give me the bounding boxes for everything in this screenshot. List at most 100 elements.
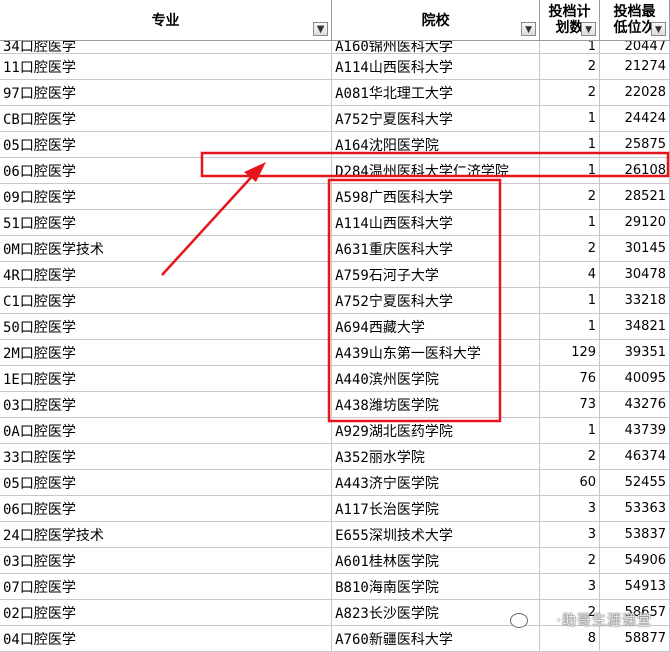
cell-plan[interactable]: 76 bbox=[539, 365, 601, 392]
cell-rank[interactable]: 53837 bbox=[599, 521, 670, 548]
cell-major[interactable]: 34口腔医学 bbox=[0, 40, 333, 54]
cell-school[interactable]: A760新疆医科大学 bbox=[331, 625, 541, 652]
cell-rank[interactable]: 30145 bbox=[599, 235, 670, 262]
cell-school[interactable]: A752宁夏医科大学 bbox=[331, 287, 541, 314]
cell-plan[interactable]: 2 bbox=[539, 235, 601, 262]
cell-plan[interactable]: 1 bbox=[539, 105, 601, 132]
cell-plan[interactable]: 2 bbox=[539, 443, 601, 470]
dropdown-filter-icon[interactable]: ▼ bbox=[521, 22, 537, 36]
cell-plan[interactable]: 3 bbox=[539, 495, 601, 522]
cell-plan[interactable]: 2 bbox=[539, 79, 601, 106]
cell-major[interactable]: 24口腔医学技术 bbox=[0, 521, 333, 548]
cell-major[interactable]: 11口腔医学 bbox=[0, 53, 333, 80]
cell-major[interactable]: 04口腔医学 bbox=[0, 625, 333, 652]
cell-plan[interactable]: 1 bbox=[539, 40, 601, 54]
cell-school[interactable]: D284温州医科大学仁济学院 bbox=[331, 157, 541, 184]
cell-school[interactable]: A438潍坊医学院 bbox=[331, 391, 541, 418]
cell-rank[interactable]: 52455 bbox=[599, 469, 670, 496]
cell-school[interactable]: A631重庆医科大学 bbox=[331, 235, 541, 262]
cell-rank[interactable]: 20447 bbox=[599, 40, 670, 54]
cell-plan[interactable]: 1 bbox=[539, 157, 601, 184]
filter-active-icon[interactable]: ▼ bbox=[313, 22, 329, 36]
cell-major[interactable]: 51口腔医学 bbox=[0, 209, 333, 236]
header-plan[interactable]: 投档计 划数 ▼ bbox=[539, 0, 601, 41]
cell-school[interactable]: A598广西医科大学 bbox=[331, 183, 541, 210]
cell-school[interactable]: A081华北理工大学 bbox=[331, 79, 541, 106]
cell-school[interactable]: A929湖北医药学院 bbox=[331, 417, 541, 444]
cell-major[interactable]: 97口腔医学 bbox=[0, 79, 333, 106]
cell-plan[interactable]: 1 bbox=[539, 209, 601, 236]
cell-school[interactable]: A114山西医科大学 bbox=[331, 209, 541, 236]
cell-plan[interactable]: 2 bbox=[539, 547, 601, 574]
cell-school[interactable]: E655深圳技术大学 bbox=[331, 521, 541, 548]
cell-major[interactable]: 09口腔医学 bbox=[0, 183, 333, 210]
cell-rank[interactable]: 25875 bbox=[599, 131, 670, 158]
cell-major[interactable]: 0M口腔医学技术 bbox=[0, 235, 333, 262]
cell-major[interactable]: 50口腔医学 bbox=[0, 313, 333, 340]
cell-rank[interactable]: 30478 bbox=[599, 261, 670, 288]
cell-rank[interactable]: 34821 bbox=[599, 313, 670, 340]
cell-school[interactable]: A114山西医科大学 bbox=[331, 53, 541, 80]
cell-rank[interactable]: 54906 bbox=[599, 547, 670, 574]
cell-school[interactable]: A117长治医学院 bbox=[331, 495, 541, 522]
cell-plan[interactable]: 60 bbox=[539, 469, 601, 496]
cell-school[interactable]: A164沈阳医学院 bbox=[331, 131, 541, 158]
cell-major[interactable]: 05口腔医学 bbox=[0, 131, 333, 158]
cell-rank[interactable]: 26108 bbox=[599, 157, 670, 184]
cell-major[interactable]: 02口腔医学 bbox=[0, 599, 333, 626]
cell-plan[interactable]: 1 bbox=[539, 417, 601, 444]
cell-rank[interactable]: 43276 bbox=[599, 391, 670, 418]
cell-rank[interactable]: 33218 bbox=[599, 287, 670, 314]
dropdown-filter-icon[interactable]: ▼ bbox=[581, 22, 597, 36]
cell-school[interactable]: A352丽水学院 bbox=[331, 443, 541, 470]
cell-major[interactable]: 06口腔医学 bbox=[0, 157, 333, 184]
cell-school[interactable]: A694西藏大学 bbox=[331, 313, 541, 340]
cell-plan[interactable]: 3 bbox=[539, 573, 601, 600]
cell-major[interactable]: 2M口腔医学 bbox=[0, 339, 333, 366]
cell-plan[interactable]: 3 bbox=[539, 521, 601, 548]
cell-rank[interactable]: 29120 bbox=[599, 209, 670, 236]
cell-major[interactable]: 1E口腔医学 bbox=[0, 365, 333, 392]
cell-rank[interactable]: 40095 bbox=[599, 365, 670, 392]
cell-rank[interactable]: 39351 bbox=[599, 339, 670, 366]
cell-rank[interactable]: 21274 bbox=[599, 53, 670, 80]
cell-school[interactable]: A601桂林医学院 bbox=[331, 547, 541, 574]
cell-school[interactable]: A823长沙医学院 bbox=[331, 599, 541, 626]
cell-major[interactable]: 07口腔医学 bbox=[0, 573, 333, 600]
cell-major[interactable]: C1口腔医学 bbox=[0, 287, 333, 314]
cell-plan[interactable]: 1 bbox=[539, 131, 601, 158]
cell-plan[interactable]: 2 bbox=[539, 183, 601, 210]
cell-plan[interactable]: 4 bbox=[539, 261, 601, 288]
cell-major[interactable]: 05口腔医学 bbox=[0, 469, 333, 496]
cell-plan[interactable]: 1 bbox=[539, 313, 601, 340]
cell-plan[interactable]: 2 bbox=[539, 53, 601, 80]
cell-major[interactable]: 33口腔医学 bbox=[0, 443, 333, 470]
cell-school[interactable]: A439山东第一医科大学 bbox=[331, 339, 541, 366]
cell-school[interactable]: A759石河子大学 bbox=[331, 261, 541, 288]
cell-rank[interactable]: 46374 bbox=[599, 443, 670, 470]
header-rank[interactable]: 投档最 低位次 ▼ bbox=[599, 0, 670, 41]
dropdown-filter-icon[interactable]: ▼ bbox=[651, 22, 666, 36]
cell-major[interactable]: 03口腔医学 bbox=[0, 547, 333, 574]
header-major[interactable]: 专业 ▼ bbox=[0, 0, 333, 41]
cell-rank[interactable]: 43739 bbox=[599, 417, 670, 444]
cell-rank[interactable]: 53363 bbox=[599, 495, 670, 522]
cell-plan[interactable]: 129 bbox=[539, 339, 601, 366]
cell-major[interactable]: 4R口腔医学 bbox=[0, 261, 333, 288]
cell-plan[interactable]: 1 bbox=[539, 287, 601, 314]
cell-school[interactable]: A160锦州医科大学 bbox=[331, 40, 541, 54]
cell-school[interactable]: B810海南医学院 bbox=[331, 573, 541, 600]
cell-school[interactable]: A752宁夏医科大学 bbox=[331, 105, 541, 132]
cell-rank[interactable]: 24424 bbox=[599, 105, 670, 132]
cell-rank[interactable]: 28521 bbox=[599, 183, 670, 210]
cell-major[interactable]: 06口腔医学 bbox=[0, 495, 333, 522]
cell-rank[interactable]: 22028 bbox=[599, 79, 670, 106]
cell-major[interactable]: 0A口腔医学 bbox=[0, 417, 333, 444]
header-school[interactable]: 院校 ▼ bbox=[331, 0, 541, 41]
cell-major[interactable]: 03口腔医学 bbox=[0, 391, 333, 418]
cell-school[interactable]: A443济宁医学院 bbox=[331, 469, 541, 496]
cell-major[interactable]: CB口腔医学 bbox=[0, 105, 333, 132]
cell-rank[interactable]: 54913 bbox=[599, 573, 670, 600]
cell-plan[interactable]: 73 bbox=[539, 391, 601, 418]
cell-school[interactable]: A440滨州医学院 bbox=[331, 365, 541, 392]
